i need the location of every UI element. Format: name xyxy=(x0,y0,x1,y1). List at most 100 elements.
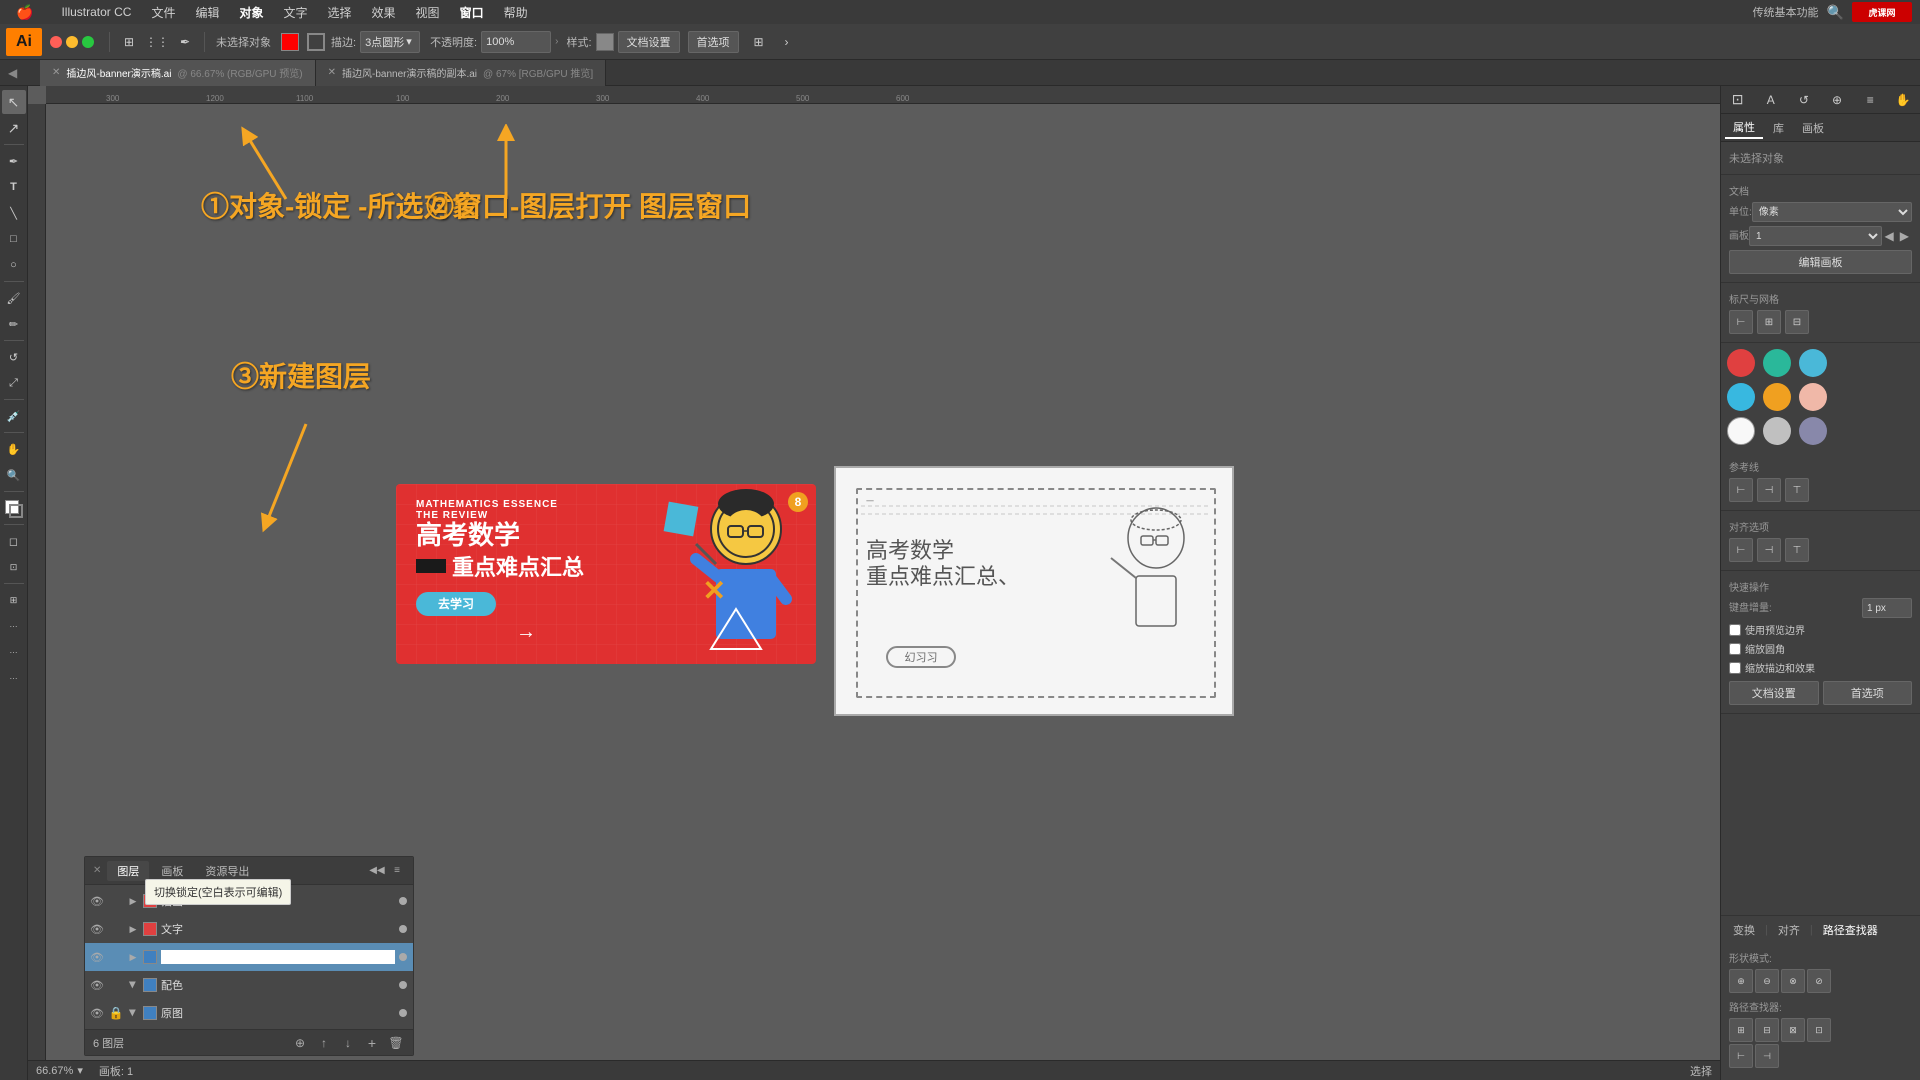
color-swatch-teal[interactable] xyxy=(1763,349,1791,377)
layer-eye-original[interactable]: 👁 xyxy=(89,1005,105,1021)
fill-swatch[interactable] xyxy=(3,498,25,520)
canvas-area[interactable]: 300 1200 1100 100 200 300 400 500 600 ①对… xyxy=(28,86,1720,1080)
color-swatch-light-gray[interactable] xyxy=(1763,417,1791,445)
panel-tab-layers[interactable]: 图层 xyxy=(107,861,149,881)
pf-merge-btn[interactable]: ⊠ xyxy=(1781,1018,1805,1042)
layer-move-up-btn[interactable]: ↑ xyxy=(315,1034,333,1052)
rotate-tool[interactable]: ↺ xyxy=(2,345,26,369)
layer-eye-editing[interactable]: 👁 xyxy=(89,949,105,965)
guide-icon-3[interactable]: ⊤ xyxy=(1785,478,1809,502)
preferences-btn[interactable]: 首选项 xyxy=(688,31,739,53)
direct-select-tool[interactable]: ↗ xyxy=(2,116,26,140)
menu-window[interactable]: 窗口 xyxy=(452,2,492,23)
pf-trim-btn[interactable]: ⊟ xyxy=(1755,1018,1779,1042)
pen-tool[interactable]: ✒ xyxy=(2,149,26,173)
zoom-tool[interactable]: 🔍 xyxy=(2,463,26,487)
opacity-input[interactable] xyxy=(481,31,551,53)
ruler-icon-1[interactable]: ⊢ xyxy=(1729,310,1753,334)
rpanel-round-corners-cb[interactable] xyxy=(1729,643,1741,655)
layer-row-text[interactable]: 👁 ▶ 文字 xyxy=(85,915,413,943)
pf-outline-btn[interactable]: ⊢ xyxy=(1729,1044,1753,1068)
stroke-color-swatch[interactable] xyxy=(307,33,325,51)
rpanel-tab-library[interactable]: 库 xyxy=(1765,118,1792,138)
tools-more3[interactable]: ··· xyxy=(2,666,26,690)
align-right-btn[interactable]: ⊤ xyxy=(1785,538,1809,562)
draw-inside[interactable]: ⊡ xyxy=(2,555,26,579)
rpanel-icon-2[interactable]: A xyxy=(1759,88,1783,112)
rpanel-icon-6[interactable]: ✋ xyxy=(1891,88,1915,112)
close-btn[interactable] xyxy=(50,36,62,48)
ruler-icon-3[interactable]: ⊟ xyxy=(1785,310,1809,334)
color-swatch-red[interactable] xyxy=(1727,349,1755,377)
tab-close-icon[interactable]: ✕ xyxy=(52,67,60,78)
color-swatch-light-blue[interactable] xyxy=(1799,349,1827,377)
search-icon[interactable]: 🔍 xyxy=(1827,4,1844,21)
select-tool[interactable]: ↖ xyxy=(2,90,26,114)
rpanel-preview-bounds-cb[interactable] xyxy=(1729,624,1741,636)
line-tool[interactable]: ╲ xyxy=(2,201,26,225)
align-center-h-btn[interactable]: ⊣ xyxy=(1757,538,1781,562)
menu-illustrator[interactable]: Illustrator CC xyxy=(53,3,139,21)
stroke-dropdown[interactable]: 3点圆形 ▾ xyxy=(360,31,420,53)
shape-intersect-btn[interactable]: ⊗ xyxy=(1781,969,1805,993)
tools-more1[interactable]: ··· xyxy=(2,614,26,638)
layer-move-down-btn[interactable]: ↓ xyxy=(339,1034,357,1052)
paintbrush-tool[interactable]: 🖌 xyxy=(2,286,26,310)
shape-unite-btn[interactable]: ⊕ xyxy=(1729,969,1753,993)
color-swatch-white[interactable] xyxy=(1727,417,1755,445)
color-swatch-peach[interactable] xyxy=(1799,383,1827,411)
layer-expand-original[interactable]: ▶ xyxy=(127,1007,139,1019)
layer-row-original[interactable]: 👁 🔒 ▶ 原图 xyxy=(85,999,413,1027)
layer-lock-text[interactable] xyxy=(109,922,123,936)
arrange-icon2[interactable]: ⊞ xyxy=(747,30,771,54)
tab-file1[interactable]: ✕ 插边风-banner演示稿.ai @ 66.67% (RGB/GPU 预览) xyxy=(40,60,316,86)
pf-divide-btn[interactable]: ⊞ xyxy=(1729,1018,1753,1042)
pencil-tool[interactable]: ✏ xyxy=(2,312,26,336)
rpanel-edit-artboard-btn[interactable]: 编辑画板 xyxy=(1729,250,1912,274)
toolbar-grid-icon[interactable]: ⋮⋮ xyxy=(145,30,169,54)
maximize-btn[interactable] xyxy=(82,36,94,48)
doc-settings-btn[interactable]: 文档设置 xyxy=(618,31,680,53)
layer-delete-btn[interactable]: 🗑 xyxy=(387,1034,405,1052)
rpanel-icon-1[interactable]: ⊡ xyxy=(1726,88,1750,112)
ruler-icon-2[interactable]: ⊞ xyxy=(1757,310,1781,334)
rpanel-tab-props[interactable]: 属性 xyxy=(1725,117,1763,139)
menu-help[interactable]: 帮助 xyxy=(496,2,536,23)
eyedropper-tool[interactable]: 💉 xyxy=(2,404,26,428)
color-swatch-sky-blue[interactable] xyxy=(1727,383,1755,411)
scale-tool[interactable]: ⤢ xyxy=(2,371,26,395)
rpanel-unit-select[interactable]: 像素 xyxy=(1752,202,1912,222)
chevron-right-icon[interactable]: › xyxy=(775,30,799,54)
panel-menu-btn[interactable]: ≡ xyxy=(389,863,405,879)
rpanel-keyboard-input[interactable] xyxy=(1862,598,1912,618)
menu-edit[interactable]: 编辑 xyxy=(187,2,227,23)
color-swatch-orange[interactable] xyxy=(1763,383,1791,411)
color-swatch-lavender[interactable] xyxy=(1799,417,1827,445)
rb-tab-align[interactable]: 对齐 xyxy=(1774,920,1804,940)
rpanel-icon-3[interactable]: ↺ xyxy=(1792,88,1816,112)
zoom-control[interactable]: 66.67% ▾ xyxy=(36,1064,83,1077)
panel-tab-export[interactable]: 资源导出 xyxy=(195,861,259,881)
layer-new-btn[interactable]: + xyxy=(363,1034,381,1052)
menu-select[interactable]: 选择 xyxy=(320,2,360,23)
layer-expand-text[interactable]: ▶ xyxy=(127,923,139,935)
guide-icon-2[interactable]: ⊣ xyxy=(1757,478,1781,502)
rpanel-tab-artboards[interactable]: 画板 xyxy=(1794,118,1832,138)
rb-tab-pathfinder[interactable]: 路径查找器 xyxy=(1819,920,1882,940)
layer-add-artboard-btn[interactable]: ⊕ xyxy=(291,1034,309,1052)
rpanel-preferences-btn[interactable]: 首选项 xyxy=(1823,681,1913,705)
menu-object[interactable]: 对象 xyxy=(231,2,271,23)
menu-text[interactable]: 文字 xyxy=(276,2,316,23)
layer-expand-editing[interactable]: ▶ xyxy=(127,951,139,963)
layer-eye-colors[interactable]: 👁 xyxy=(89,977,105,993)
rpanel-icon-4[interactable]: ⊕ xyxy=(1825,88,1849,112)
tools-more2[interactable]: ··· xyxy=(2,640,26,664)
layer-expand-illustration[interactable]: ▶ xyxy=(127,895,139,907)
rpanel-scale-effects-cb[interactable] xyxy=(1729,662,1741,674)
fill-color-swatch[interactable] xyxy=(281,33,299,51)
rpanel-artboard-select[interactable]: 1 xyxy=(1749,226,1882,246)
menu-effects[interactable]: 效果 xyxy=(364,2,404,23)
layer-name-input[interactable] xyxy=(161,950,395,964)
layer-eye-illustration[interactable]: 👁 xyxy=(89,893,105,909)
layer-expand-colors[interactable]: ▶ xyxy=(127,979,139,991)
